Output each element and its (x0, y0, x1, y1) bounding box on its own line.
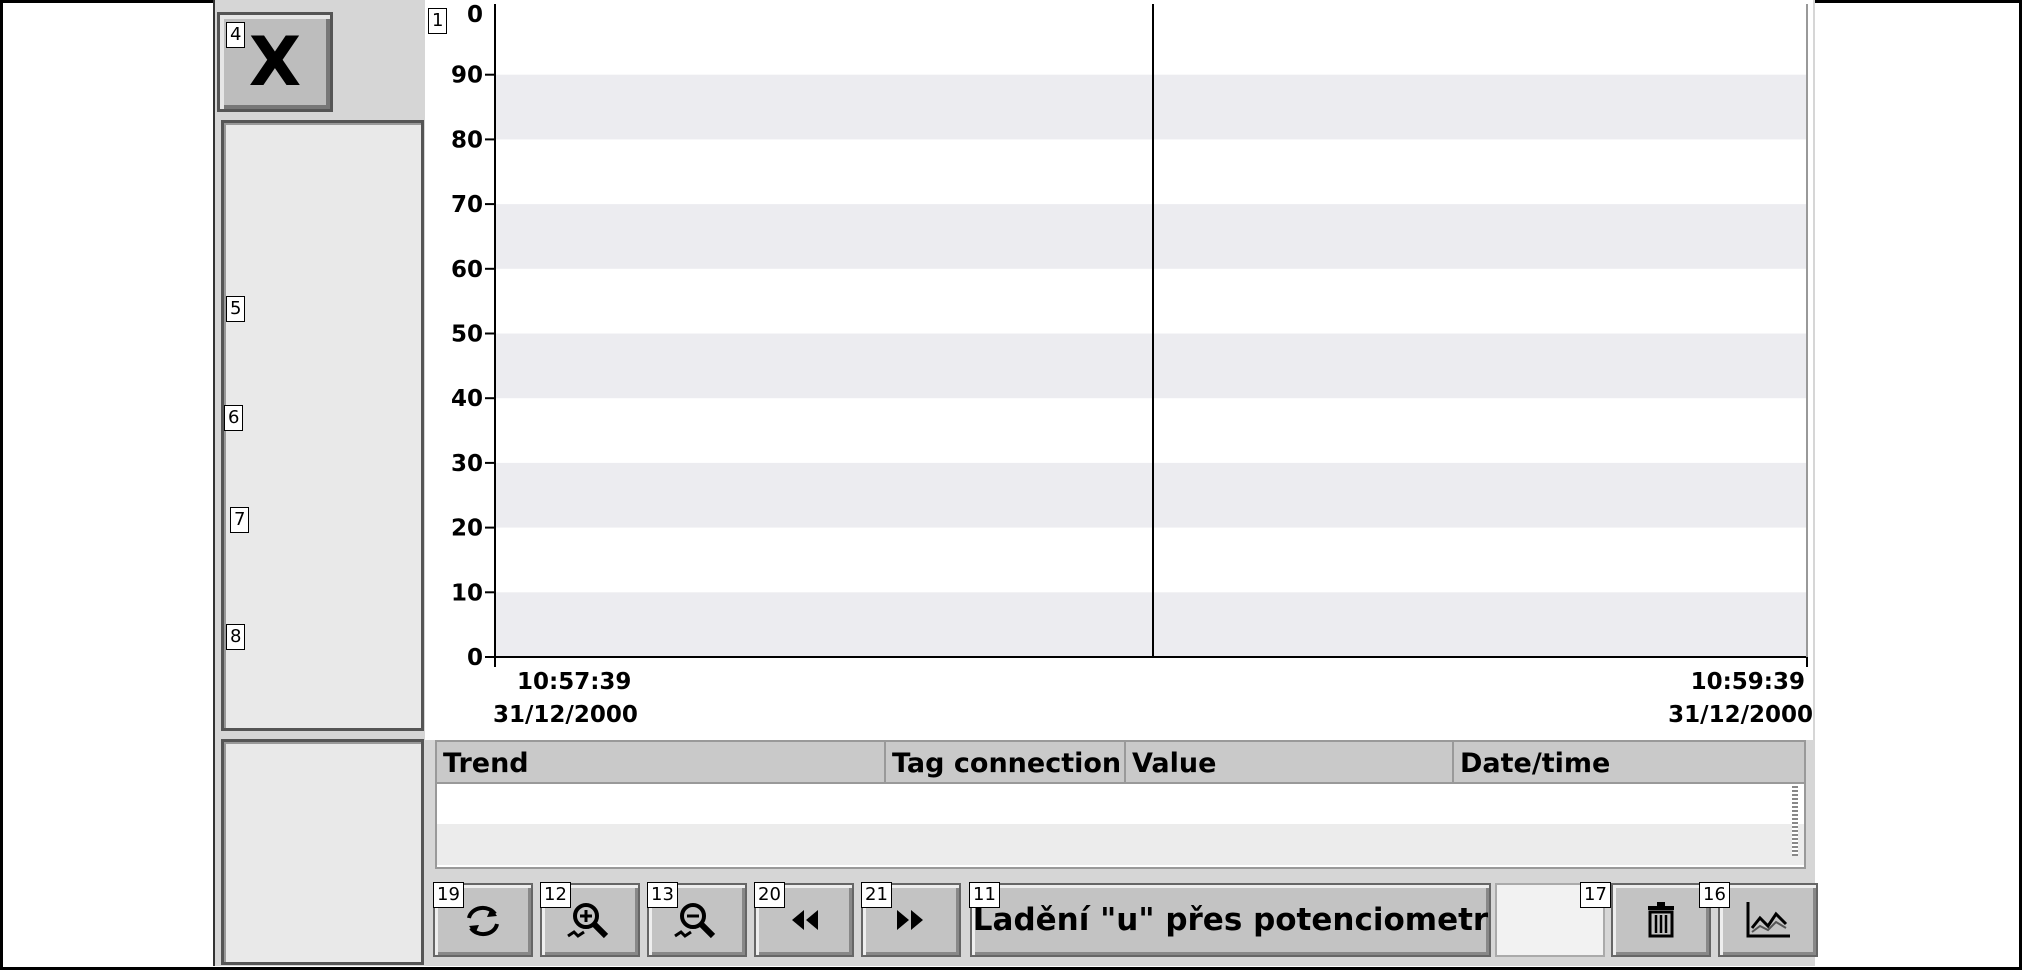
marker-tag: 20 (754, 882, 785, 908)
y-tick-label: 80 (451, 127, 483, 153)
marker-tag: 5 (226, 296, 246, 322)
marker-tag: 4 (226, 22, 246, 48)
y-tick-label: 10 (451, 580, 483, 606)
column-header-datetime[interactable]: Date/time (1454, 742, 1804, 782)
grid-band (495, 592, 1807, 657)
y-tick-label: 20 (451, 516, 483, 542)
x-time-label: 10:59:39 (1691, 669, 1805, 695)
marker-tag: 19 (433, 882, 464, 908)
x-date-label: 31/12/2000 (493, 702, 638, 728)
marker-tag: 12 (540, 882, 571, 908)
y-tick-label: 0 (467, 645, 483, 671)
grid-band (495, 333, 1807, 399)
side-panel (221, 120, 424, 731)
value-table[interactable]: Trend Tag connection Value Date/time (435, 740, 1806, 869)
x-date-label: 31/12/2000 (1668, 702, 1813, 728)
y-tick-label: 50 (451, 322, 483, 348)
grid-band (495, 74, 1807, 140)
chart-settings-button[interactable] (1718, 883, 1818, 957)
y-tick-label: 40 (451, 386, 483, 412)
column-header-value[interactable]: Value (1126, 742, 1454, 782)
rewind-icon (792, 910, 818, 930)
delete-button[interactable] (1611, 883, 1711, 957)
marker-tag: 13 (647, 882, 678, 908)
trend-description-field[interactable]: Ladění "u" přes potenciometr (970, 883, 1491, 957)
trend-chart[interactable]: 0 10 20 30 40 50 60 70 80 90 0 10:57:39 31/12/2000 1… (425, 0, 1813, 740)
x-time-label: 10:57:39 (517, 669, 631, 695)
marker-tag: 21 (861, 882, 892, 908)
table-row (437, 784, 1804, 824)
zoom-in-icon (567, 903, 609, 939)
column-header-tag-connection[interactable]: Tag connection (886, 742, 1126, 782)
y-tick-label: 0 (467, 2, 483, 28)
marker-tag: 7 (230, 507, 250, 533)
y-tick-label: 60 (451, 257, 483, 283)
marker-tag: 16 (1699, 882, 1730, 908)
chart-icon (1746, 902, 1790, 938)
y-tick-label: 70 (451, 192, 483, 218)
table-row (437, 824, 1804, 865)
marker-tag: 11 (969, 882, 1000, 908)
marker-tag: 6 (224, 405, 244, 431)
close-icon: X (248, 22, 302, 102)
grid-band (495, 462, 1807, 528)
scrollbar[interactable] (1792, 786, 1798, 856)
trend-view[interactable]: 0 10 20 30 40 50 60 70 80 90 0 10:57:39 31/12/2000 1… (425, 0, 1813, 740)
zoom-out-icon (674, 903, 716, 939)
table-header: Trend Tag connection Value Date/time (437, 742, 1804, 784)
y-tick-label: 30 (451, 451, 483, 477)
y-tick-label: 90 (451, 63, 483, 89)
fast-forward-icon (897, 910, 923, 930)
marker-tag: 1 (428, 8, 448, 34)
side-panel-lower (221, 739, 424, 965)
column-header-trend[interactable]: Trend (437, 742, 886, 782)
refresh-icon (467, 905, 499, 937)
marker-tag: 8 (226, 624, 246, 650)
trash-icon (1648, 902, 1674, 938)
marker-tag: 17 (1580, 882, 1611, 908)
grid-band (495, 204, 1807, 269)
